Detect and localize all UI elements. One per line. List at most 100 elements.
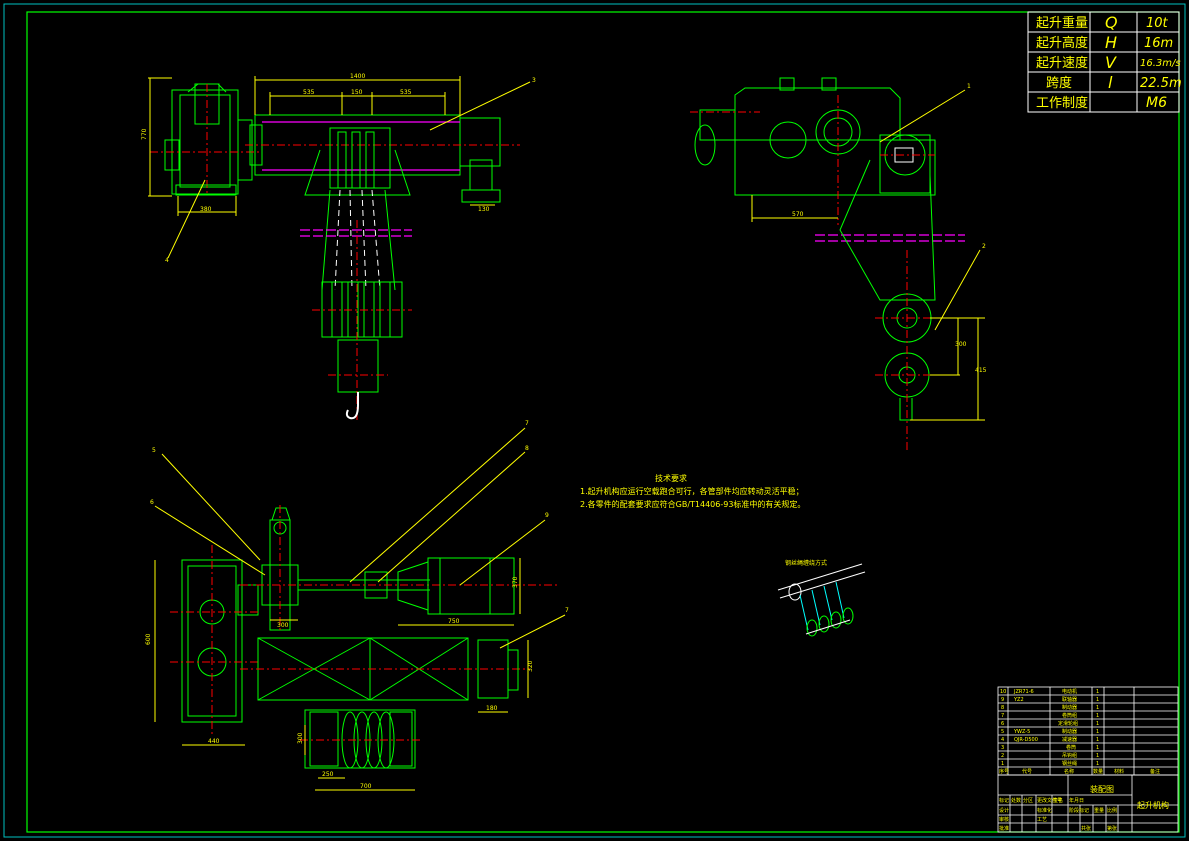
tb-field-12: 重量: [1094, 807, 1104, 814]
spec-label-4: 跨度: [1046, 75, 1072, 91]
tb-field-11: 阶段标记: [1069, 807, 1089, 814]
part-name-1: 钢丝绳: [1062, 760, 1077, 767]
dim-top-right: 535: [400, 89, 412, 96]
tb-field-10: 批准: [999, 825, 1009, 832]
part-code-5: YWZ-5: [1013, 729, 1030, 735]
part-name-8: 制动器: [1062, 704, 1077, 711]
dim-right-w: 570: [792, 211, 804, 218]
parts-header-name: 名称: [1064, 768, 1074, 775]
part-qty-7: 1: [1096, 713, 1099, 719]
part-name-6: 定滑轮组: [1058, 720, 1078, 727]
tb-field-8: 审核: [999, 816, 1009, 823]
title-mechanism: 起升机构: [1137, 800, 1169, 810]
parts-header-note: 备注: [1150, 768, 1160, 775]
tb-field-0: 标记: [999, 797, 1009, 804]
dim-right-h1: 300: [955, 341, 967, 348]
callout-8: 8: [525, 445, 529, 452]
spec-symbol-1: Q: [1105, 13, 1118, 32]
notes-title: 技术要求: [655, 473, 687, 483]
dim-pulley-a: 250: [322, 771, 334, 778]
part-qty-4: 1: [1096, 737, 1099, 743]
callout-4: 4: [165, 257, 169, 264]
spec-label-1: 起升重量: [1036, 15, 1088, 31]
part-name-10: 电动机: [1062, 688, 1077, 695]
dim-bl-h: 600: [145, 633, 152, 645]
dim-motor-w: 750: [448, 618, 460, 625]
part-name-7: 卷筒组: [1062, 712, 1077, 719]
part-qty-10: 1: [1096, 689, 1099, 695]
part-qty-2: 1: [1096, 753, 1099, 759]
part-qty-5: 1: [1096, 729, 1099, 735]
parts-header-qty: 数量: [1093, 768, 1103, 775]
dim-pulley-b: 700: [360, 783, 372, 790]
dim-pulley-h: 300: [297, 732, 304, 744]
tb-field-1: 处数: [1011, 797, 1021, 804]
part-no-10: 10: [1000, 689, 1006, 695]
tb-field-14: 共张: [1081, 825, 1091, 832]
tb-field-6: 设计: [999, 807, 1009, 814]
spec-value-3: 16.3m/s: [1140, 58, 1181, 69]
callout-7: 7: [525, 420, 529, 427]
part-no-6: 6: [1001, 721, 1004, 727]
dim-gear-w: 380: [200, 206, 212, 213]
dim-top-left: 535: [303, 89, 315, 96]
dim-drum-gap: 180: [486, 705, 498, 712]
dim-top-span: 1400: [350, 73, 365, 80]
part-no-1: 1: [1001, 761, 1004, 767]
part-code-9: YZ2: [1013, 697, 1024, 703]
part-no-4: 4: [1001, 737, 1004, 743]
part-no-3: 3: [1001, 745, 1004, 751]
part-name-3: 卷筒: [1066, 744, 1076, 751]
parts-header-no: 序号: [999, 768, 1009, 775]
part-name-5: 制动器: [1062, 728, 1077, 735]
part-qty-9: 1: [1096, 697, 1099, 703]
tb-field-15: 第张: [1107, 825, 1117, 832]
spec-value-4: 22.5m: [1140, 76, 1182, 91]
part-name-4: 减速器: [1062, 736, 1077, 743]
part-code-10: JZR71-6: [1013, 689, 1034, 695]
spec-value-2: 16m: [1144, 36, 1173, 51]
spec-value-5: M6: [1146, 95, 1167, 111]
part-no-2: 2: [1001, 753, 1004, 759]
rope-label: 钢丝绳缠绕方式: [785, 559, 827, 567]
spec-symbol-4: l: [1108, 73, 1113, 92]
tb-field-2: 分区: [1023, 797, 1033, 804]
tb-field-13: 比例: [1107, 807, 1117, 814]
part-no-7: 7: [1001, 713, 1004, 719]
spec-label-2: 起升高度: [1036, 35, 1088, 51]
part-qty-3: 1: [1096, 745, 1099, 751]
spec-value-1: 10t: [1146, 16, 1169, 31]
part-code-4: QJR-D500: [1014, 737, 1038, 743]
callout-7b: 7: [565, 607, 569, 614]
title-drawing-name: 装配图: [1090, 784, 1114, 794]
spec-symbol-3: V: [1105, 53, 1117, 72]
part-qty-1: 1: [1096, 761, 1099, 767]
dim-right-h2: 415: [975, 367, 987, 374]
callout-5: 5: [152, 447, 156, 454]
notes-line-1: 1.起升机构应运行空载跑合可行，各管部件均应转动灵活平稳；: [580, 486, 804, 496]
part-no-8: 8: [1001, 705, 1004, 711]
tb-field-4: 签名: [1053, 797, 1063, 804]
part-no-5: 5: [1001, 729, 1004, 735]
part-qty-6: 1: [1096, 721, 1099, 727]
part-qty-8: 1: [1096, 705, 1099, 711]
dim-bl-w: 440: [208, 738, 220, 745]
tb-field-5: 年月日: [1069, 797, 1084, 804]
dim-motor-h: 370: [512, 576, 519, 588]
callout-1: 1: [967, 83, 971, 90]
dim-top-mid: 150: [351, 89, 363, 96]
dim-base-w: 130: [478, 206, 490, 213]
spec-symbol-2: H: [1105, 33, 1117, 52]
spec-label-5: 工作制度: [1036, 95, 1088, 111]
parts-header-material: 材料: [1114, 768, 1124, 775]
notes-line-2: 2.各零件的配套要求应符合GB/T14406-93标准中的有关规定。: [580, 499, 805, 509]
callout-9: 9: [545, 512, 549, 519]
callout-2: 2: [982, 243, 986, 250]
spec-label-3: 起升速度: [1036, 55, 1088, 71]
parts-header-code: 代号: [1022, 768, 1032, 775]
cad-drawing-canvas: 起升重量 起升高度 起升速度 跨度 工作制度 Q H V l 10t 16m 1…: [0, 0, 1189, 841]
part-name-9: 联轴器: [1062, 696, 1077, 703]
dim-brake-w: 300: [277, 622, 289, 629]
callout-6: 6: [150, 499, 154, 506]
part-no-9: 9: [1001, 697, 1004, 703]
